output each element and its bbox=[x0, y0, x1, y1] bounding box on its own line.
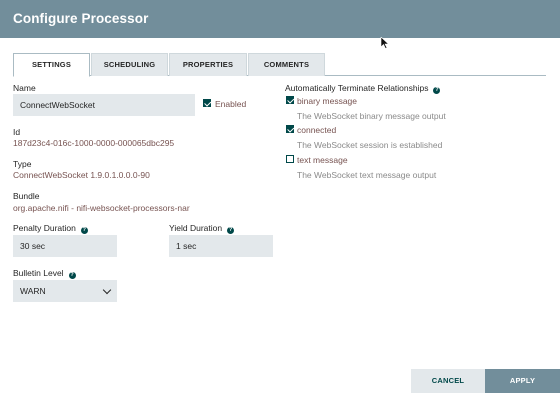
bulletin-level-value: WARN bbox=[20, 286, 46, 296]
enabled-checkbox-icon[interactable] bbox=[203, 99, 211, 107]
bundle-value: org.apache.nifi - nifi-websocket-process… bbox=[13, 203, 190, 213]
penalty-duration-input[interactable]: 30 sec bbox=[13, 235, 117, 257]
dialog-title: Configure Processor bbox=[13, 11, 149, 26]
relationship-name: binary message bbox=[297, 96, 358, 106]
relationship-name: connected bbox=[297, 125, 337, 135]
relationships-title: Automatically Terminate Relationships? bbox=[285, 83, 441, 94]
enabled-label: Enabled bbox=[215, 99, 247, 109]
bulletin-level-select[interactable]: WARN bbox=[13, 280, 117, 302]
tab-settings[interactable]: SETTINGS bbox=[13, 53, 90, 77]
configure-processor-dialog: Configure Processor SETTINGS SCHEDULING … bbox=[0, 0, 560, 393]
name-label: Name bbox=[13, 83, 36, 93]
info-icon: ? bbox=[68, 272, 76, 279]
relationship-name: text message bbox=[297, 155, 348, 165]
tab-scheduling[interactable]: SCHEDULING bbox=[91, 53, 168, 76]
connected-checkbox-icon[interactable] bbox=[286, 125, 294, 133]
info-icon: ? bbox=[227, 227, 235, 234]
tab-comments[interactable]: COMMENTS bbox=[248, 53, 325, 76]
info-icon: ? bbox=[80, 227, 88, 234]
mouse-cursor-icon bbox=[380, 37, 390, 49]
name-input[interactable]: ConnectWebSocket bbox=[13, 94, 195, 116]
bundle-label: Bundle bbox=[13, 191, 40, 201]
penalty-duration-label: Penalty Duration? bbox=[13, 223, 88, 234]
apply-button[interactable]: APPLY bbox=[485, 369, 560, 393]
relationship-description: The WebSocket text message output bbox=[297, 170, 437, 180]
chevron-down-icon bbox=[102, 285, 112, 295]
tab-bar: SETTINGS SCHEDULING PROPERTIES COMMENTS bbox=[13, 53, 546, 77]
relationship-description: The WebSocket session is established bbox=[297, 140, 443, 150]
yield-duration-input[interactable]: 1 sec bbox=[169, 235, 273, 257]
type-label: Type bbox=[13, 159, 32, 169]
id-label: Id bbox=[13, 127, 21, 137]
tab-properties[interactable]: PROPERTIES bbox=[169, 53, 247, 76]
dialog-header: Configure Processor bbox=[0, 0, 560, 38]
yield-duration-label: Yield Duration? bbox=[169, 223, 235, 234]
bulletin-level-label: Bulletin Level? bbox=[13, 268, 76, 279]
id-value: 187d23c4-016c-1000-0000-000065dbc295 bbox=[13, 138, 175, 148]
type-value: ConnectWebSocket 1.9.0.1.0.0.0-90 bbox=[13, 170, 150, 180]
info-icon: ? bbox=[433, 87, 441, 94]
relationship-description: The WebSocket binary message output bbox=[297, 111, 446, 121]
cancel-button[interactable]: CANCEL bbox=[411, 369, 485, 393]
dialog-footer: CANCEL APPLY bbox=[0, 369, 560, 393]
binary-message-checkbox-icon[interactable] bbox=[286, 96, 294, 104]
text-message-checkbox-icon[interactable] bbox=[286, 155, 294, 163]
